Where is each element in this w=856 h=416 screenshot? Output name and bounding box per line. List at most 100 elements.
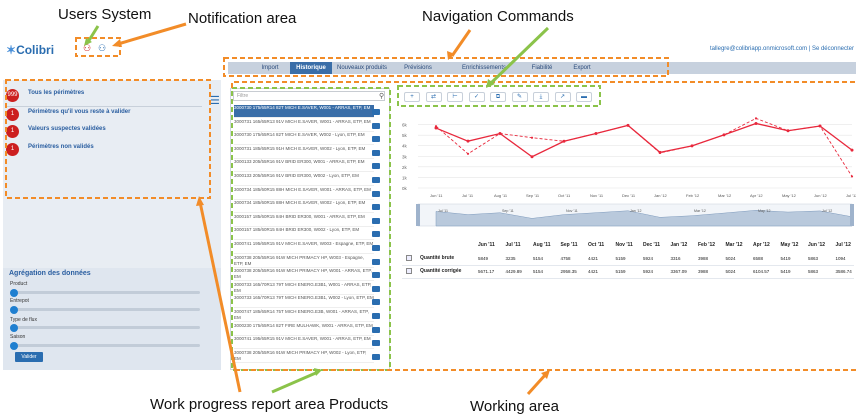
tab-fiabilite[interactable]: Fiabilité xyxy=(524,62,560,74)
table-cell[interactable]: 4421 xyxy=(588,269,598,274)
slider-entrepot-handle[interactable] xyxy=(10,306,18,314)
product-link-icon[interactable] xyxy=(372,299,380,306)
table-cell[interactable]: 6588 xyxy=(753,256,763,261)
tab-nouveaux-produits[interactable]: Nouveaux produits xyxy=(332,62,392,74)
product-link-icon[interactable] xyxy=(372,136,380,143)
table-cell[interactable]: 5024 xyxy=(726,256,736,261)
list-item[interactable]: 3000734 185/60R15 88H MICH E.SAVER, W002… xyxy=(234,200,374,214)
insert-icon[interactable]: ⤓ xyxy=(533,92,549,102)
list-item[interactable]: 3000730 175/65R14 82T MICH E.SAVER, W002… xyxy=(234,132,374,146)
slider-entrepot-track[interactable] xyxy=(14,308,200,311)
list-item[interactable]: 3000733 165/70R13 79T MICH ENERG.E3B1, W… xyxy=(234,295,374,309)
check-icon[interactable]: ✓ xyxy=(468,92,485,102)
add-points-icon[interactable]: + xyxy=(404,92,420,102)
table-cell[interactable]: 4421 xyxy=(588,256,598,261)
list-item[interactable]: 3000741 195/65R15 91V MICH E.SAVER, W001… xyxy=(234,336,374,350)
product-link-icon[interactable] xyxy=(372,258,380,265)
compare-icon[interactable]: ⇄ xyxy=(425,92,442,102)
product-link-icon[interactable] xyxy=(372,190,380,197)
product-link-icon[interactable] xyxy=(372,340,380,347)
tab-export[interactable]: Export xyxy=(564,62,600,74)
product-link-icon[interactable] xyxy=(372,122,380,129)
table-cell[interactable]: 5154 xyxy=(533,269,543,274)
table-cell[interactable]: 5924 xyxy=(643,269,653,274)
product-link-icon[interactable] xyxy=(372,231,380,238)
product-filter-input[interactable]: Filtre xyxy=(233,91,385,101)
table-cell[interactable]: 5159 xyxy=(616,256,626,261)
comment-icon[interactable]: ▬ xyxy=(576,92,592,102)
tab-enrichissements[interactable]: Enrichissements xyxy=(452,62,516,74)
list-item[interactable]: 3000731 185/65R15 91H MICH E.SAVER, W002… xyxy=(234,146,374,159)
product-link-icon[interactable] xyxy=(372,272,380,279)
list-item[interactable]: 3000730 175/65R14 82T MICH E.SAVER, W001… xyxy=(234,105,374,118)
table-cell[interactable]: 5154 xyxy=(533,256,543,261)
slider-saison-handle[interactable] xyxy=(10,342,18,350)
list-item[interactable]: 3000731 165/65R13 91V MICH E.SAVER, W001… xyxy=(234,119,374,132)
search-icon[interactable]: ⚲ xyxy=(379,92,384,100)
table-cell[interactable]: 4429.89 xyxy=(506,269,522,274)
table-cell[interactable]: 3988 xyxy=(698,269,708,274)
product-link-icon[interactable] xyxy=(372,204,380,211)
list-item[interactable]: 3000734 185/60R15 88H MICH E.SAVER, W001… xyxy=(234,187,374,200)
table-cell[interactable]: 3988 xyxy=(698,256,708,261)
user-email-link[interactable]: tallegre@colibriapp.onmicrosoft.com | Se… xyxy=(710,46,854,52)
product-link-icon[interactable] xyxy=(372,109,380,115)
notification-icon[interactable]: ⚇ xyxy=(98,44,108,53)
table-cell[interactable]: 5024 xyxy=(726,269,736,274)
product-link-icon[interactable] xyxy=(372,163,380,170)
product-link-icon[interactable] xyxy=(372,353,380,360)
menu-icon[interactable]: ☰ xyxy=(210,96,222,107)
row-checkbox[interactable] xyxy=(406,255,412,261)
slider-saison-track[interactable] xyxy=(14,344,200,347)
list-item[interactable]: 3000230 175/65R14 82T FIRE MULHAWK, W001… xyxy=(234,323,374,336)
slider-flux-handle[interactable] xyxy=(10,324,18,332)
table-cell[interactable]: 5419 xyxy=(781,256,791,261)
split-icon[interactable]: ⊢ xyxy=(447,92,463,102)
list-item[interactable]: 3000738 205/55R16 91W MICH PRIMACY HP, W… xyxy=(234,350,374,363)
list-item[interactable]: 3000738 205/55R16 91W MICH PRIMACY HP, W… xyxy=(234,268,374,282)
table-cell[interactable]: 3586.74 xyxy=(836,269,852,274)
table-cell[interactable]: 6104.57 xyxy=(753,269,769,274)
list-item[interactable]: 3000733 165/70R13 79T MICH ENERG.E3B1, W… xyxy=(234,282,374,295)
list-item[interactable]: 3000157 185/60R15 84H BRID ER300, W002 -… xyxy=(234,227,374,241)
table-cell[interactable]: 5849 xyxy=(478,256,488,261)
product-link-icon[interactable] xyxy=(372,326,380,333)
tab-import[interactable]: Import xyxy=(250,62,290,74)
table-cell[interactable]: 2958.35 xyxy=(561,269,577,274)
product-link-icon[interactable] xyxy=(372,285,380,292)
users-icon[interactable]: ⚇ xyxy=(83,44,93,53)
table-cell[interactable]: 5863 xyxy=(808,269,818,274)
table-cell[interactable]: 5924 xyxy=(643,256,653,261)
table-cell[interactable]: 3367.09 xyxy=(671,269,687,274)
table-cell[interactable]: 4758 xyxy=(561,256,571,261)
tab-historique[interactable]: Historique xyxy=(290,62,332,74)
list-item[interactable]: 3000738 205/55R16 91W MICH PRIMACY HP, W… xyxy=(234,255,374,268)
table-cell[interactable]: 5159 xyxy=(616,269,626,274)
table-cell[interactable]: 1094 xyxy=(836,256,846,261)
table-cell[interactable]: 3235 xyxy=(506,256,516,261)
row-checkbox[interactable] xyxy=(406,268,412,274)
table-cell[interactable]: 5863 xyxy=(808,256,818,261)
slider-product-handle[interactable] xyxy=(10,289,18,297)
trend-icon[interactable]: ↗ xyxy=(554,92,571,102)
slider-product-track[interactable] xyxy=(14,291,200,294)
list-item[interactable]: 3000747 185/65R14 75T MICH ENERG.E3B, W0… xyxy=(234,309,374,322)
list-item[interactable]: 3000133 205/55R16 91V BRID ER300, W002 -… xyxy=(234,173,374,186)
product-link-icon[interactable] xyxy=(372,217,380,224)
product-link-icon[interactable] xyxy=(372,245,380,251)
table-cell[interactable]: 5419 xyxy=(781,269,791,274)
list-item[interactable]: 3000133 205/55R16 91V BRID ER300, W001 -… xyxy=(234,159,374,173)
table-cell[interactable]: 3316 xyxy=(671,256,681,261)
copy-icon[interactable]: ⧉ xyxy=(490,92,506,102)
product-link-icon[interactable] xyxy=(372,313,380,319)
list-item[interactable]: 3000157 185/60R15 84H BRID ER300, W001 -… xyxy=(234,214,374,227)
product-link-icon[interactable] xyxy=(372,177,380,183)
slider-flux-track[interactable] xyxy=(14,326,200,329)
edit-icon[interactable]: ✎ xyxy=(511,92,528,102)
tab-previsions[interactable]: Prévisions xyxy=(396,62,440,74)
table-cell[interactable]: 5671.17 xyxy=(478,269,494,274)
product-link-icon[interactable] xyxy=(372,149,380,156)
y-tick-label: 0k xyxy=(402,186,408,191)
validate-button[interactable]: Valider xyxy=(15,352,43,362)
list-item[interactable]: 3000741 195/65R15 91V MICH E.SAVER, W003… xyxy=(234,241,374,254)
